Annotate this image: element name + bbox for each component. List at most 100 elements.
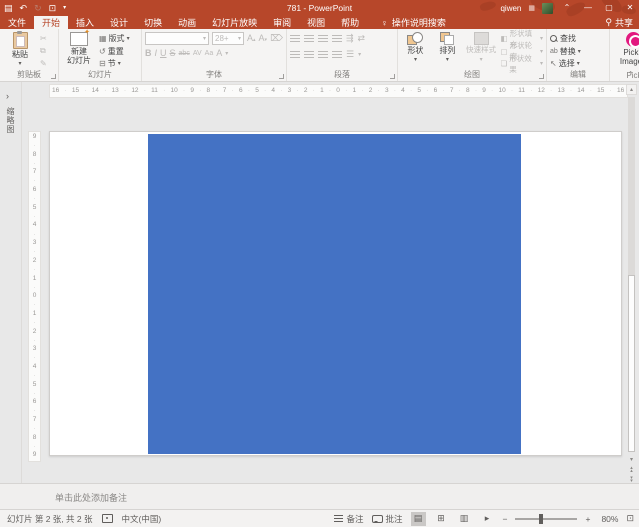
ruler-number: 6 [33,187,37,194]
shapes-button[interactable]: 形状 ▾ [401,32,430,70]
ruler-tick: · [34,214,36,220]
close-icon[interactable]: ✕ [623,0,637,16]
tab-审阅[interactable]: 审阅 [265,16,299,29]
tab-切换[interactable]: 切换 [136,16,170,29]
ruler-number: 16 [617,88,624,95]
underline-button: U [160,49,167,58]
scrollbar-thumb[interactable] [628,275,635,453]
accessibility-icon[interactable] [102,514,113,523]
ruler-tick: · [34,285,36,291]
zoom-slider-thumb[interactable] [539,514,543,524]
ruler-tick: · [34,196,36,202]
normal-view-button[interactable]: ▤ [411,512,426,526]
language-indicator[interactable]: 中文(中国) [122,513,162,525]
fit-to-window-icon[interactable]: ⊡ [626,513,634,524]
share-button[interactable]: ⚲ 共享 [605,16,633,29]
tab-帮助[interactable]: 帮助 [333,16,367,29]
ruler-number: 15 [597,88,604,95]
shape-effects-button: ❏形状效果▾ [501,58,543,69]
avatar[interactable] [542,3,553,14]
notes-placeholder[interactable]: 单击此处添加备注 [55,491,127,504]
ruler-number: 3 [33,240,37,247]
reset-button[interactable]: ↺ 重置 [99,46,130,57]
arrange-button[interactable]: 排列 ▾ [433,32,462,70]
font-name-combo[interactable]: ▾ [145,32,209,45]
align-center-icon [304,51,314,59]
replace-button[interactable]: ab 替换▾ [550,46,606,57]
slide-blue-rectangle[interactable] [148,134,521,454]
align-right-icon [318,51,328,59]
ribbon-display-options-icon[interactable]: ⌃ [560,0,574,16]
tab-文件[interactable]: 文件 [0,16,34,29]
ruler-tick: · [104,88,106,94]
ruler-tick: · [215,88,217,94]
previous-slide-button[interactable]: ▴▴ [626,465,637,474]
select-button[interactable]: ↖ 选择▾ [550,58,606,69]
tab-幻灯片放映[interactable]: 幻灯片放映 [204,16,265,29]
zoom-in-icon[interactable]: + [585,514,590,524]
tab-动画[interactable]: 动画 [170,16,204,29]
layout-button[interactable]: ▦ 版式▾ [99,33,130,44]
ruler-number: 8 [207,88,211,95]
cut-icon: ✂ [40,34,47,43]
notes-pane[interactable]: 单击此处添加备注 [0,483,639,509]
slideshow-view-button[interactable]: ▸ [480,512,495,526]
find-button[interactable]: 查找 [550,33,606,44]
font-size-combo[interactable]: 28+▾ [212,32,244,45]
dialog-launcher-icon[interactable] [539,74,544,79]
ruler-tick: · [163,88,165,94]
section-button[interactable]: ⊟ 节▾ [99,58,130,69]
slide-number-indicator[interactable]: 幻灯片 第 2 张, 共 2 张 [7,513,93,525]
dialog-launcher-icon[interactable] [279,74,284,79]
scrollbar-track[interactable] [628,97,635,452]
ruler-number: 1 [320,88,324,95]
numbering-icon [304,35,314,43]
ruler-tick: · [34,373,36,379]
new-slide-button[interactable]: 新建幻灯片 [62,32,96,70]
zoom-out-icon[interactable]: − [503,514,508,524]
tab-设计[interactable]: 设计 [102,16,136,29]
line-spacing-icon: ⇶ [346,34,354,43]
ruler-tick: · [232,88,234,94]
slide-canvas[interactable] [49,131,622,456]
tell-me-label: 操作说明搜索 [392,16,446,29]
ruler-tick: · [34,143,36,149]
dialog-launcher-icon[interactable] [390,74,395,79]
paste-button[interactable]: 粘贴 ▾ [3,32,37,70]
titlebar-decoration [479,0,497,12]
start-slideshow-icon[interactable]: ⊡ [49,4,57,13]
format-painter-button: ✎ [40,58,47,69]
ruler-tick: · [34,178,36,184]
vertical-scrollbar: ▴ ▾ ▴▴ ▾▾ [626,84,637,478]
save-icon[interactable]: ▤ [4,4,13,13]
maximize-icon[interactable]: ▢ [602,0,616,16]
slide-sorter-view-button[interactable]: ⊞ [434,512,449,526]
comments-toggle-button[interactable]: 批注 [372,513,403,525]
pickit-images-button[interactable]: PickitImages [613,32,639,70]
collapse-ribbon-icon[interactable]: ⌃ [627,70,634,79]
tab-视图[interactable]: 视图 [299,16,333,29]
scroll-down-icon[interactable]: ▾ [626,454,637,464]
undo-icon[interactable]: ↶ [20,4,28,13]
select-cursor-icon: ↖ [550,59,557,68]
ruler-number: 2 [33,258,37,265]
tab-插入[interactable]: 插入 [68,16,102,29]
ruler-number: 13 [557,88,564,95]
zoom-slider[interactable] [515,518,577,520]
user-name[interactable]: qiwen [500,4,521,13]
tab-开始[interactable]: 开始 [34,16,68,29]
expand-thumbnails-icon[interactable]: › [6,91,9,101]
customize-qat-icon[interactable]: ▾ [63,5,66,11]
scroll-up-icon[interactable]: ▴ [626,84,637,95]
ruler-tick: · [313,88,315,94]
notes-toggle-button[interactable]: 备注 [334,513,363,525]
minimize-icon[interactable]: — [581,0,595,16]
reading-view-button[interactable]: ▥ [457,512,472,526]
zoom-level[interactable]: 80% [598,514,618,524]
ruler-tick: · [394,88,396,94]
thumbnail-pane-collapsed[interactable]: › 缩略图 [0,81,22,483]
dialog-launcher-icon[interactable] [51,74,56,79]
tell-me-search[interactable]: ♀ 操作说明搜索 [381,16,446,29]
ruler-tick: · [34,232,36,238]
ruler-number: 13 [111,88,118,95]
